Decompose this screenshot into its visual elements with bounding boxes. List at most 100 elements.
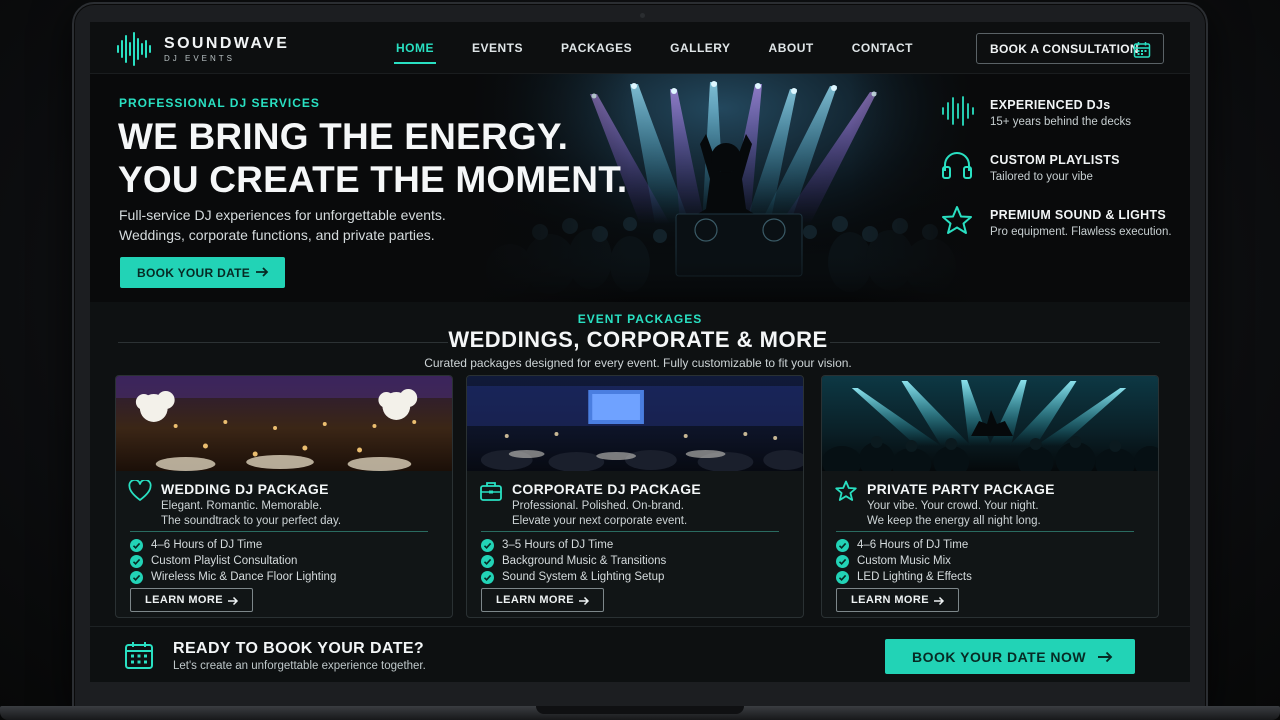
packages-title: WEDDINGS, CORPORATE & MORE [448,327,828,352]
brand-tagline: DJ EVENTS [164,54,236,63]
list-item: Background Music & Transitions [481,553,666,569]
card-divider [836,531,1134,532]
check-circle-icon [481,539,494,552]
card-tagline: Professional. Polished. On-brand. Elevat… [512,499,687,529]
list-item: 3–5 Hours of DJ Time [481,537,666,553]
top-nav: SOUNDWAVE DJ EVENTS HOME EVENTS PACKAGES… [90,22,1190,74]
check-circle-icon [836,555,849,568]
feature-text: LED Lighting & Effects [857,571,972,583]
nav-gallery[interactable]: GALLERY [670,22,730,74]
list-item: Custom Playlist Consultation [130,553,336,569]
cta-button-label: BOOK YOUR DATE NOW [912,648,1087,665]
nav-packages[interactable]: PACKAGES [561,22,632,74]
check-circle-icon [130,571,143,584]
list-item: LED Lighting & Effects [836,569,972,585]
card-features: 4–6 Hours of DJ Time Custom Music Mix LE… [836,537,972,585]
feature-text: Sound System & Lighting Setup [502,571,665,583]
calendar-icon [125,642,153,669]
headline-line-1: WE BRING THE ENERGY. [118,116,569,157]
calendar-icon [1133,42,1151,58]
hero-headline: WE BRING THE ENERGY. YOU CREATE THE MOME… [118,115,627,201]
list-item: 4–6 Hours of DJ Time [836,537,972,553]
package-card-private-party[interactable]: PRIVATE PARTY PACKAGE Your vibe. Your cr… [821,375,1159,618]
feature-text: Background Music & Transitions [502,555,667,567]
learn-more-button[interactable]: LEARN MORE [481,588,604,612]
list-item: Custom Music Mix [836,553,972,569]
arrow-right-icon [228,596,239,606]
packages-eyebrow: EVENT PACKAGES [577,312,703,326]
package-card-wedding[interactable]: WEDDING DJ PACKAGE Elegant. Romantic. Me… [115,375,453,618]
card-tag-1: Your vibe. Your crowd. Your night. [867,500,1039,512]
book-your-date-now-button[interactable]: BOOK YOUR DATE NOW [885,639,1135,674]
card-tag-2: The soundtrack to your perfect day. [161,515,342,527]
check-circle-icon [836,539,849,552]
list-item: 4–6 Hours of DJ Time [130,537,336,553]
check-circle-icon [481,571,494,584]
cta-title: READY TO BOOK YOUR DATE? [173,640,425,657]
learn-more-button[interactable]: LEARN MORE [836,588,959,612]
hero-eyebrow: PROFESSIONAL DJ SERVICES [119,96,320,110]
learn-more-label: LEARN MORE [496,594,574,606]
cta-label: BOOK YOUR DATE [137,265,251,280]
learn-more-label: LEARN MORE [851,594,929,606]
feature-title: PREMIUM SOUND & LIGHTS [990,208,1167,222]
hero-description: Full-service DJ experiences for unforget… [119,205,479,245]
feature-text: 3–5 Hours of DJ Time [502,539,614,551]
card-tag-2: Elevate your next corporate event. [512,515,688,527]
card-title: WEDDING DJ PACKAGE [161,481,329,497]
browser-viewport: SOUNDWAVE DJ EVENTS HOME EVENTS PACKAGES… [90,22,1190,682]
check-circle-icon [481,555,494,568]
check-circle-icon [130,555,143,568]
check-circle-icon [836,571,849,584]
soundwave-logo-icon [117,32,151,66]
nav-about[interactable]: ABOUT [769,22,814,74]
arrow-right-icon [934,596,945,606]
nav-events[interactable]: EVENTS [472,22,523,74]
headline-line-2: YOU CREATE THE MOMENT. [118,159,628,200]
brand-text: SOUNDWAVE DJ EVENTS [164,35,289,63]
feature-text: Custom Music Mix [857,555,951,567]
feature-text: 4–6 Hours of DJ Time [857,539,969,551]
list-item: Sound System & Lighting Setup [481,569,666,585]
book-consultation-button[interactable]: BOOK A CONSULTATION [976,33,1164,64]
book-your-date-button[interactable]: BOOK YOUR DATE [120,257,285,288]
card-title: CORPORATE DJ PACKAGE [512,481,702,497]
wedding-venue-image [116,376,452,471]
laptop-notch [536,706,744,714]
feature-title: EXPERIENCED DJs [990,98,1111,112]
package-card-corporate[interactable]: CORPORATE DJ PACKAGE Professional. Polis… [466,375,804,618]
star-icon [942,206,972,234]
list-item: Wireless Mic & Dance Floor Lighting [130,569,336,585]
nav-links: HOME EVENTS PACKAGES GALLERY ABOUT CONTA… [394,22,951,74]
feature-text: Custom Playlist Consultation [151,555,298,567]
card-tag-1: Professional. Polished. On-brand. [512,500,684,512]
packages-subtitle: Curated packages designed for every even… [424,356,852,370]
feature-subtitle: 15+ years behind the decks [990,116,1131,128]
feature-subtitle: Pro equipment. Flawless execution. [990,226,1172,238]
card-tagline: Elegant. Romantic. Memorable. The soundt… [161,499,341,529]
card-tag-2: We keep the energy all night long. [867,515,1041,527]
nav-contact[interactable]: CONTACT [852,22,913,74]
soundwave-icon [942,96,974,126]
check-circle-icon [130,539,143,552]
booking-cta-bar: READY TO BOOK YOUR DATE? Let's create an… [90,626,1190,682]
learn-more-label: LEARN MORE [145,594,223,606]
card-features: 3–5 Hours of DJ Time Background Music & … [481,537,666,585]
card-tag-1: Elegant. Romantic. Memorable. [161,500,323,512]
card-divider [130,531,428,532]
packages-section: EVENT PACKAGES WEDDINGS, CORPORATE & MOR… [90,302,1190,626]
feature-text: 4–6 Hours of DJ Time [151,539,263,551]
party-crowd-image [822,376,1158,471]
nav-home[interactable]: HOME [394,22,436,74]
webcam [640,13,645,18]
brand-logo[interactable]: SOUNDWAVE DJ EVENTS [116,32,289,66]
feature-title: CUSTOM PLAYLISTS [990,153,1120,167]
consult-label: BOOK A CONSULTATION [990,41,1139,56]
star-icon [835,480,857,501]
arrow-right-icon [1098,651,1113,663]
hero-desc-line-2: Weddings, corporate functions, and priva… [119,227,435,243]
arrow-right-icon [256,267,269,277]
learn-more-button[interactable]: LEARN MORE [130,588,253,612]
cta-subtitle: Let's create an unforgettable experience… [173,660,426,672]
card-features: 4–6 Hours of DJ Time Custom Playlist Con… [130,537,336,585]
